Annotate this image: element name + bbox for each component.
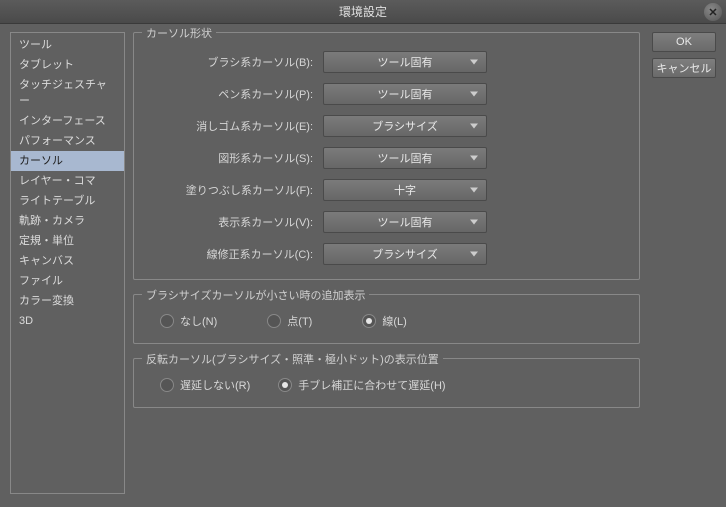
radio-icon [362,314,376,328]
radio-icon [160,378,174,392]
dropdown-value: ツール固有 [378,86,433,102]
chevron-down-icon [470,252,478,257]
cursor-dropdown[interactable]: ツール固有 [323,51,487,73]
cursor-dropdown[interactable]: ツール固有 [323,83,487,105]
cursor-row-label: 消しゴム系カーソル(E): [148,118,323,134]
legend-invert: 反転カーソル(ブラシサイズ・照準・極小ドット)の表示位置 [142,351,443,367]
dropdown-value: ツール固有 [378,54,433,70]
cursor-dropdown[interactable]: ツール固有 [323,211,487,233]
dropdown-value: ツール固有 [378,214,433,230]
radio-icon [160,314,174,328]
dropdown-value: 十字 [394,182,416,198]
dropdown-value: ツール固有 [378,150,433,166]
cursor-row: 図形系カーソル(S): ツール固有 [148,147,625,169]
cursor-dropdown[interactable]: 十字 [323,179,487,201]
cursor-row-label: 塗りつぶし系カーソル(F): [148,182,323,198]
fieldset-cursor-shape: カーソル形状 ブラシ系カーソル(B):ツール固有ペン系カーソル(P):ツール固有… [133,32,640,280]
sidebar-item[interactable]: カラー変換 [11,291,124,311]
cursor-row: 消しゴム系カーソル(E): ブラシサイズ [148,115,625,137]
radio-option[interactable]: 点(T) [267,313,312,329]
main-panel: カーソル形状 ブラシ系カーソル(B):ツール固有ペン系カーソル(P):ツール固有… [133,32,640,497]
ok-button-label: OK [676,36,692,48]
close-button[interactable]: ✕ [704,3,722,21]
radio-label: 点(T) [287,313,312,329]
radio-option[interactable]: 手ブレ補正に合わせて遅延(H) [278,377,445,393]
body: ツールタブレットタッチジェスチャーインターフェースパフォーマンスカーソルレイヤー… [0,24,726,507]
cursor-row: 線修正系カーソル(C): ブラシサイズ [148,243,625,265]
radio-label: 線(L) [382,313,406,329]
chevron-down-icon [470,60,478,65]
chevron-down-icon [470,220,478,225]
sidebar-item[interactable]: 3D [11,311,124,331]
fieldset-brush-small: ブラシサイズカーソルが小さい時の追加表示 なし(N)点(T)線(L) [133,294,640,344]
chevron-down-icon [470,92,478,97]
close-icon: ✕ [708,6,717,19]
sidebar-item[interactable]: インターフェース [11,111,124,131]
sidebar-item[interactable]: ツール [11,35,124,55]
sidebar-item[interactable]: レイヤー・コマ [11,171,124,191]
cursor-row: ブラシ系カーソル(B): ツール固有 [148,51,625,73]
dropdown-value: ブラシサイズ [372,246,437,262]
sidebar-item[interactable]: ファイル [11,271,124,291]
sidebar-item[interactable]: タッチジェスチャー [11,75,124,111]
cursor-row: ペン系カーソル(P): ツール固有 [148,83,625,105]
sidebar-item[interactable]: タブレット [11,55,124,75]
cursor-row-label: ペン系カーソル(P): [148,86,323,102]
legend-cursor-shape: カーソル形状 [142,25,216,41]
cursor-dropdown[interactable]: ブラシサイズ [323,115,487,137]
sidebar-item[interactable]: 軌跡・カメラ [11,211,124,231]
sidebar-item[interactable]: ライトテーブル [11,191,124,211]
cursor-row-label: 表示系カーソル(V): [148,214,323,230]
radio-option[interactable]: 線(L) [362,313,406,329]
cursor-row: 塗りつぶし系カーソル(F): 十字 [148,179,625,201]
radio-icon [267,314,281,328]
sidebar-item[interactable]: カーソル [11,151,124,171]
dropdown-value: ブラシサイズ [372,118,437,134]
legend-brush-small: ブラシサイズカーソルが小さい時の追加表示 [142,287,369,303]
radio-label: 手ブレ補正に合わせて遅延(H) [298,377,445,393]
sidebar-item[interactable]: パフォーマンス [11,131,124,151]
right-buttons: OK キャンセル [652,32,716,497]
cursor-dropdown[interactable]: ブラシサイズ [323,243,487,265]
sidebar-item[interactable]: キャンバス [11,251,124,271]
window-title: 環境設定 [339,3,387,20]
sidebar-item[interactable]: 定規・単位 [11,231,124,251]
chevron-down-icon [470,156,478,161]
cancel-button[interactable]: キャンセル [652,58,716,78]
radio-option[interactable]: 遅延しない(R) [160,377,250,393]
cursor-row-label: 線修正系カーソル(C): [148,246,323,262]
chevron-down-icon [470,124,478,129]
radio-icon [278,378,292,392]
radio-label: なし(N) [180,313,217,329]
radio-label: 遅延しない(R) [180,377,250,393]
titlebar: 環境設定 ✕ [0,0,726,24]
ok-button[interactable]: OK [652,32,716,52]
cursor-dropdown[interactable]: ツール固有 [323,147,487,169]
cursor-row-label: ブラシ系カーソル(B): [148,54,323,70]
chevron-down-icon [470,188,478,193]
sidebar: ツールタブレットタッチジェスチャーインターフェースパフォーマンスカーソルレイヤー… [10,32,125,494]
cursor-row-label: 図形系カーソル(S): [148,150,323,166]
cursor-row: 表示系カーソル(V): ツール固有 [148,211,625,233]
cancel-button-label: キャンセル [657,60,712,76]
fieldset-invert: 反転カーソル(ブラシサイズ・照準・極小ドット)の表示位置 遅延しない(R)手ブレ… [133,358,640,408]
radio-option[interactable]: なし(N) [160,313,217,329]
